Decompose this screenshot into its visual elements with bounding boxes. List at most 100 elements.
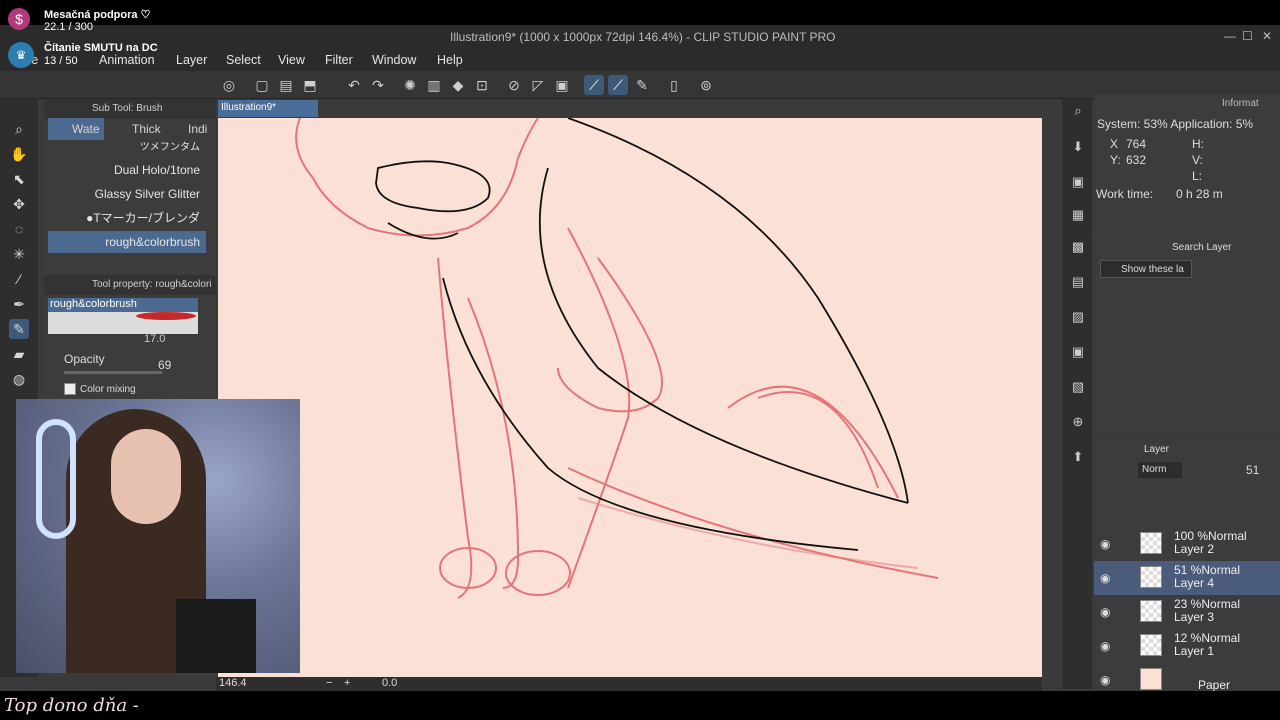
layer-opacity-value[interactable]: 51 bbox=[1246, 463, 1259, 477]
eye-icon[interactable]: ◉ bbox=[1100, 673, 1110, 687]
operation-icon[interactable]: ⬉ bbox=[9, 169, 29, 189]
lasso-icon[interactable]: ◌ bbox=[9, 219, 29, 239]
blend-mode-label: Norm bbox=[1142, 464, 1167, 475]
save-icon[interactable]: ⬒ bbox=[300, 75, 320, 95]
layer-property-icon[interactable]: ▨ bbox=[1070, 309, 1086, 325]
work-time-label: Work time: bbox=[1096, 187, 1154, 201]
layer-thumbnail bbox=[1140, 532, 1162, 554]
export-icon[interactable]: ⬆ bbox=[1070, 449, 1086, 465]
document-tab[interactable]: Illustration9* bbox=[218, 100, 318, 117]
blend-mode-select[interactable]: Norm bbox=[1138, 462, 1182, 478]
snap-off-icon[interactable]: ⊘ bbox=[504, 75, 524, 95]
brush-icon[interactable]: ✎ bbox=[9, 319, 29, 339]
transform-icon[interactable]: ⊡ bbox=[472, 75, 492, 95]
stabilize-icon[interactable]: ⟋ bbox=[584, 75, 604, 95]
layer-row-selected[interactable]: ◉ 51 %Normal Layer 4 bbox=[1094, 561, 1280, 595]
grid-snap-icon[interactable]: ▣ bbox=[552, 75, 572, 95]
color-mixing-checkbox[interactable] bbox=[64, 383, 76, 395]
brush-item[interactable]: ツメフンタム bbox=[48, 141, 206, 155]
device-icon[interactable]: ▯ bbox=[664, 75, 684, 95]
brush-item[interactable]: ●Tマーカー/ブレンダ bbox=[48, 207, 206, 229]
rotation-value[interactable]: 0.0 bbox=[382, 677, 397, 689]
menu-filter[interactable]: Filter bbox=[325, 53, 353, 67]
layer-row-paper[interactable]: ◉ Paper bbox=[1094, 663, 1280, 692]
material-icon[interactable]: ▣ bbox=[1070, 174, 1086, 190]
zoom-out-icon[interactable]: − bbox=[326, 677, 332, 689]
eye-icon[interactable]: ◉ bbox=[1100, 571, 1110, 585]
eye-icon[interactable]: ◉ bbox=[1100, 537, 1110, 551]
blend-icon[interactable]: ◍ bbox=[9, 369, 29, 389]
zoom-in-icon[interactable]: + bbox=[344, 677, 350, 689]
tab-watercolor[interactable]: Wate bbox=[48, 118, 104, 140]
search-filter-dropdown[interactable]: Show these la bbox=[1100, 260, 1192, 278]
right-dock-icons: ⌕ ⬇ ▣ ▦ ▩ ▤ ▨ ▣ ▧ ⊕ ⬆ bbox=[1062, 99, 1092, 689]
animation-icon[interactable]: ▣ bbox=[1070, 344, 1086, 360]
navigator-icon[interactable]: ⌕ bbox=[1070, 103, 1086, 119]
l-label: L: bbox=[1192, 169, 1203, 183]
brush-size-value[interactable]: 17.0 bbox=[144, 333, 165, 345]
h-label: H: bbox=[1192, 137, 1204, 151]
auto-action-icon[interactable]: ▧ bbox=[1070, 379, 1086, 395]
menu-layer[interactable]: Layer bbox=[176, 53, 207, 67]
paper-thumbnail bbox=[1140, 668, 1162, 690]
zoom-icon[interactable]: ⌕ bbox=[9, 119, 29, 139]
open-file-icon[interactable]: ▤ bbox=[276, 75, 296, 95]
new-file-icon[interactable]: ▢ bbox=[252, 75, 272, 95]
import-icon[interactable]: ⬇ bbox=[1070, 139, 1086, 155]
layer-thumbnail bbox=[1140, 634, 1162, 656]
red-sketch-strokes bbox=[295, 118, 939, 599]
tool-property-title: Tool property: rough&colori bbox=[92, 279, 212, 290]
menu-view[interactable]: View bbox=[278, 53, 305, 67]
brush-stroke-preview bbox=[136, 312, 196, 320]
hand-icon[interactable]: ✋ bbox=[9, 144, 29, 164]
move-icon[interactable]: ✥ bbox=[9, 194, 29, 214]
fill-icon[interactable]: ▥ bbox=[424, 75, 444, 95]
menu-bar: File Animation Layer Select View Filter … bbox=[0, 49, 1280, 71]
brush-item[interactable]: Dual Holo/1tone bbox=[48, 159, 206, 181]
window-title: Illustration9* (1000 x 1000px 72dpi 146.… bbox=[450, 30, 836, 44]
minimize-icon[interactable]: — bbox=[1224, 29, 1236, 43]
menu-window[interactable]: Window bbox=[372, 53, 416, 67]
x-label: X bbox=[1110, 137, 1119, 151]
item-bank-icon[interactable]: ⊕ bbox=[1070, 414, 1086, 430]
redo-icon[interactable]: ↷ bbox=[368, 75, 388, 95]
brush-item-selected[interactable]: rough&colorbrush bbox=[48, 231, 206, 253]
companion-icon[interactable]: ⊚ bbox=[696, 75, 716, 95]
menu-select[interactable]: Select bbox=[226, 53, 261, 67]
layer-row[interactable]: ◉ 100 %Normal Layer 2 bbox=[1094, 527, 1280, 561]
bucket-icon[interactable]: ◆ bbox=[448, 75, 468, 95]
eraser-icon[interactable]: ▰ bbox=[9, 344, 29, 364]
layer-row[interactable]: ◉ 23 %Normal Layer 3 bbox=[1094, 595, 1280, 629]
sub-tool-header: Sub Tool: Brush bbox=[44, 99, 216, 119]
zoom-value[interactable]: 146.4 bbox=[219, 677, 247, 689]
clear-icon[interactable]: ✺ bbox=[400, 75, 420, 95]
opacity-value[interactable]: 69 bbox=[158, 358, 171, 372]
menu-help[interactable]: Help bbox=[437, 53, 463, 67]
clip-studio-icon[interactable]: ◎ bbox=[219, 75, 239, 95]
magic-wand-icon[interactable]: ✳ bbox=[9, 244, 29, 264]
opacity-slider[interactable] bbox=[64, 371, 162, 374]
info-tab[interactable]: Informat bbox=[1222, 98, 1259, 109]
tab-thick-paint[interactable]: Thick bbox=[110, 118, 161, 140]
eye-icon[interactable]: ◉ bbox=[1100, 605, 1110, 619]
brush-item[interactable]: Glassy Silver Glitter bbox=[48, 183, 206, 205]
menu-animation[interactable]: Animation bbox=[99, 53, 155, 67]
tab-india-ink[interactable]: Indi bbox=[168, 118, 207, 140]
ruler-snap-icon[interactable]: ◸ bbox=[528, 75, 548, 95]
history-icon[interactable]: ▤ bbox=[1070, 274, 1086, 290]
grid-panel-icon[interactable]: ▦ bbox=[1070, 207, 1086, 223]
eyedropper-icon[interactable]: ⁄ bbox=[9, 269, 29, 289]
palette-panel-icon[interactable]: ▩ bbox=[1070, 239, 1086, 255]
drawing-canvas[interactable] bbox=[218, 118, 1042, 677]
close-icon[interactable]: ✕ bbox=[1262, 29, 1272, 43]
layer-row[interactable]: ◉ 12 %Normal Layer 1 bbox=[1094, 629, 1280, 663]
pen-icon[interactable]: ✒ bbox=[9, 294, 29, 314]
document-tab-label: Illustration9* bbox=[221, 102, 277, 113]
pen-pressure-icon[interactable]: ✎ bbox=[632, 75, 652, 95]
maximize-icon[interactable]: ☐ bbox=[1242, 29, 1253, 43]
layer-pct: 23 %Normal bbox=[1174, 597, 1241, 611]
eye-icon[interactable]: ◉ bbox=[1100, 639, 1110, 653]
stabilize-alt-icon[interactable]: ⟋ bbox=[608, 75, 628, 95]
undo-icon[interactable]: ↶ bbox=[344, 75, 364, 95]
layer-pct: 12 %Normal bbox=[1174, 631, 1241, 645]
